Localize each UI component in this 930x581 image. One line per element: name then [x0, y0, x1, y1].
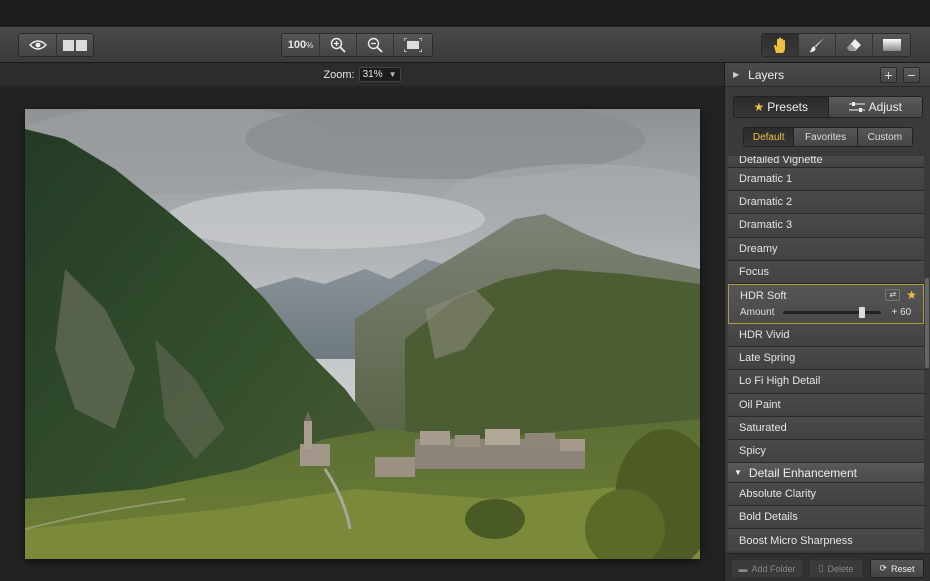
fit-screen-icon [404, 38, 422, 52]
zoom-in-button[interactable] [320, 34, 357, 56]
presets-adjust-toggle: ★ Presets Adjust [733, 96, 923, 118]
title-bar [0, 0, 930, 27]
preset-item-selected[interactable]: HDR Soft ⇄ ★ Amount + 60 [728, 283, 924, 324]
preset-item[interactable]: Late Spring [728, 347, 924, 371]
trash-icon: ▯ [818, 563, 824, 573]
add-folder-label: Add Folder [751, 563, 796, 574]
subtab-default[interactable]: Default [744, 128, 794, 146]
delete-button[interactable]: ▯ Delete [809, 559, 863, 578]
add-folder-button[interactable]: ▬ Add Folder [731, 559, 803, 578]
panel-footer: ▬ Add Folder ▯ Delete ⟳ Reset [725, 553, 930, 581]
preset-list-scrollbar[interactable] [925, 278, 929, 368]
disclosure-down-icon: ▼ [734, 468, 742, 478]
view-mode-group [18, 33, 94, 57]
amount-value: + 60 [891, 307, 912, 319]
preview-eye-button[interactable] [19, 34, 57, 56]
remove-layer-button[interactable]: − [903, 67, 920, 83]
hand-tool-button[interactable] [762, 34, 799, 56]
preset-category-tabs: Default Favorites Custom [743, 127, 913, 147]
tab-adjust-label: Adjust [868, 100, 902, 114]
eraser-tool-button[interactable] [836, 34, 873, 56]
tab-presets[interactable]: ★ Presets [734, 97, 828, 117]
preset-item[interactable]: Dramatic 1 [728, 168, 924, 192]
preset-item[interactable]: Lo Fi High Detail [728, 370, 924, 394]
layers-title: Layers [748, 67, 785, 82]
preset-item[interactable]: Saturated [728, 416, 924, 440]
zoom-bar: Zoom: 31% ▼ [0, 63, 724, 87]
photo-preview[interactable] [25, 109, 700, 559]
preset-item[interactable]: Dramatic 3 [728, 214, 924, 238]
delete-label: Delete [827, 563, 854, 574]
layers-panel: ▶ Layers + − ★ Presets Adjust Default Fa… [724, 63, 930, 581]
star-icon: ★ [753, 100, 765, 114]
zoom-100-label: 100 [287, 39, 307, 51]
folder-icon: ▬ [738, 563, 748, 574]
split-view-button[interactable] [57, 34, 93, 56]
sliders-icon [848, 102, 865, 112]
chevron-down-icon: ▼ [388, 70, 397, 79]
hand-icon [774, 37, 785, 53]
reset-label: Reset [891, 563, 915, 574]
plus-icon: + [884, 67, 893, 83]
preset-item[interactable]: HDR Vivid [728, 323, 924, 348]
zoom-out-icon [367, 37, 383, 53]
subtab-favorites[interactable]: Favorites [793, 128, 857, 146]
preset-item[interactable]: Spicy [728, 439, 924, 464]
zoom-100-button[interactable]: 100% [282, 34, 320, 56]
tab-adjust[interactable]: Adjust [827, 97, 922, 117]
zoom-select[interactable]: 31% ▼ [358, 67, 401, 82]
landscape-photo [25, 109, 700, 559]
amount-slider[interactable] [783, 307, 882, 319]
selected-preset-name: HDR Soft [740, 289, 787, 302]
fit-to-screen-button[interactable] [394, 34, 432, 56]
amount-slider-knob[interactable] [858, 307, 865, 319]
preset-item[interactable]: Detailed Vignette [728, 156, 924, 168]
zoom-label: Zoom: [323, 68, 355, 81]
gradient-icon [882, 39, 901, 51]
gradient-tool-button[interactable] [873, 34, 910, 56]
zoom-100-suffix: % [306, 40, 314, 50]
subtab-custom[interactable]: Custom [856, 128, 912, 146]
split-view-icon [63, 39, 87, 51]
eraser-icon [847, 39, 861, 51]
amount-label: Amount [740, 307, 775, 319]
brush-icon [809, 38, 824, 53]
section-title: Detail Enhancement [748, 465, 857, 480]
reset-button[interactable]: ⟳ Reset [870, 559, 924, 578]
tool-group [761, 33, 911, 57]
preset-item[interactable]: Dramatic 2 [728, 191, 924, 215]
preset-item[interactable]: Dreamy [728, 237, 924, 261]
zoom-value: 31% [362, 69, 383, 80]
brush-tool-button[interactable] [799, 34, 836, 56]
layers-header[interactable]: ▶ Layers [725, 63, 930, 87]
tab-presets-label: Presets [767, 100, 808, 114]
minus-icon: − [907, 67, 916, 83]
eye-icon [28, 40, 47, 50]
preset-item[interactable]: Oil Paint [728, 393, 924, 417]
preset-item[interactable]: Absolute Clarity [728, 483, 924, 507]
zoom-in-icon [330, 37, 346, 53]
favorite-star-icon[interactable]: ★ [906, 288, 917, 302]
preset-list: Detailed Vignette Dramatic 1 Dramatic 2 … [728, 156, 924, 551]
add-layer-button[interactable]: + [880, 67, 897, 83]
image-canvas[interactable] [0, 88, 724, 581]
toolbar: 100% [0, 27, 930, 63]
adjust-preset-icon[interactable]: ⇄ [885, 288, 901, 301]
section-header-detail-enhancement[interactable]: ▼ Detail Enhancement [728, 463, 924, 484]
disclosure-triangle-icon[interactable]: ▶ [733, 70, 739, 79]
preset-item[interactable]: Bold Details [728, 506, 924, 530]
preset-item[interactable]: Boost Micro Sharpness [728, 529, 924, 551]
reset-icon: ⟳ [879, 563, 888, 573]
zoom-group: 100% [281, 33, 433, 57]
zoom-out-button[interactable] [357, 34, 394, 56]
preset-item[interactable]: Focus [728, 260, 924, 284]
